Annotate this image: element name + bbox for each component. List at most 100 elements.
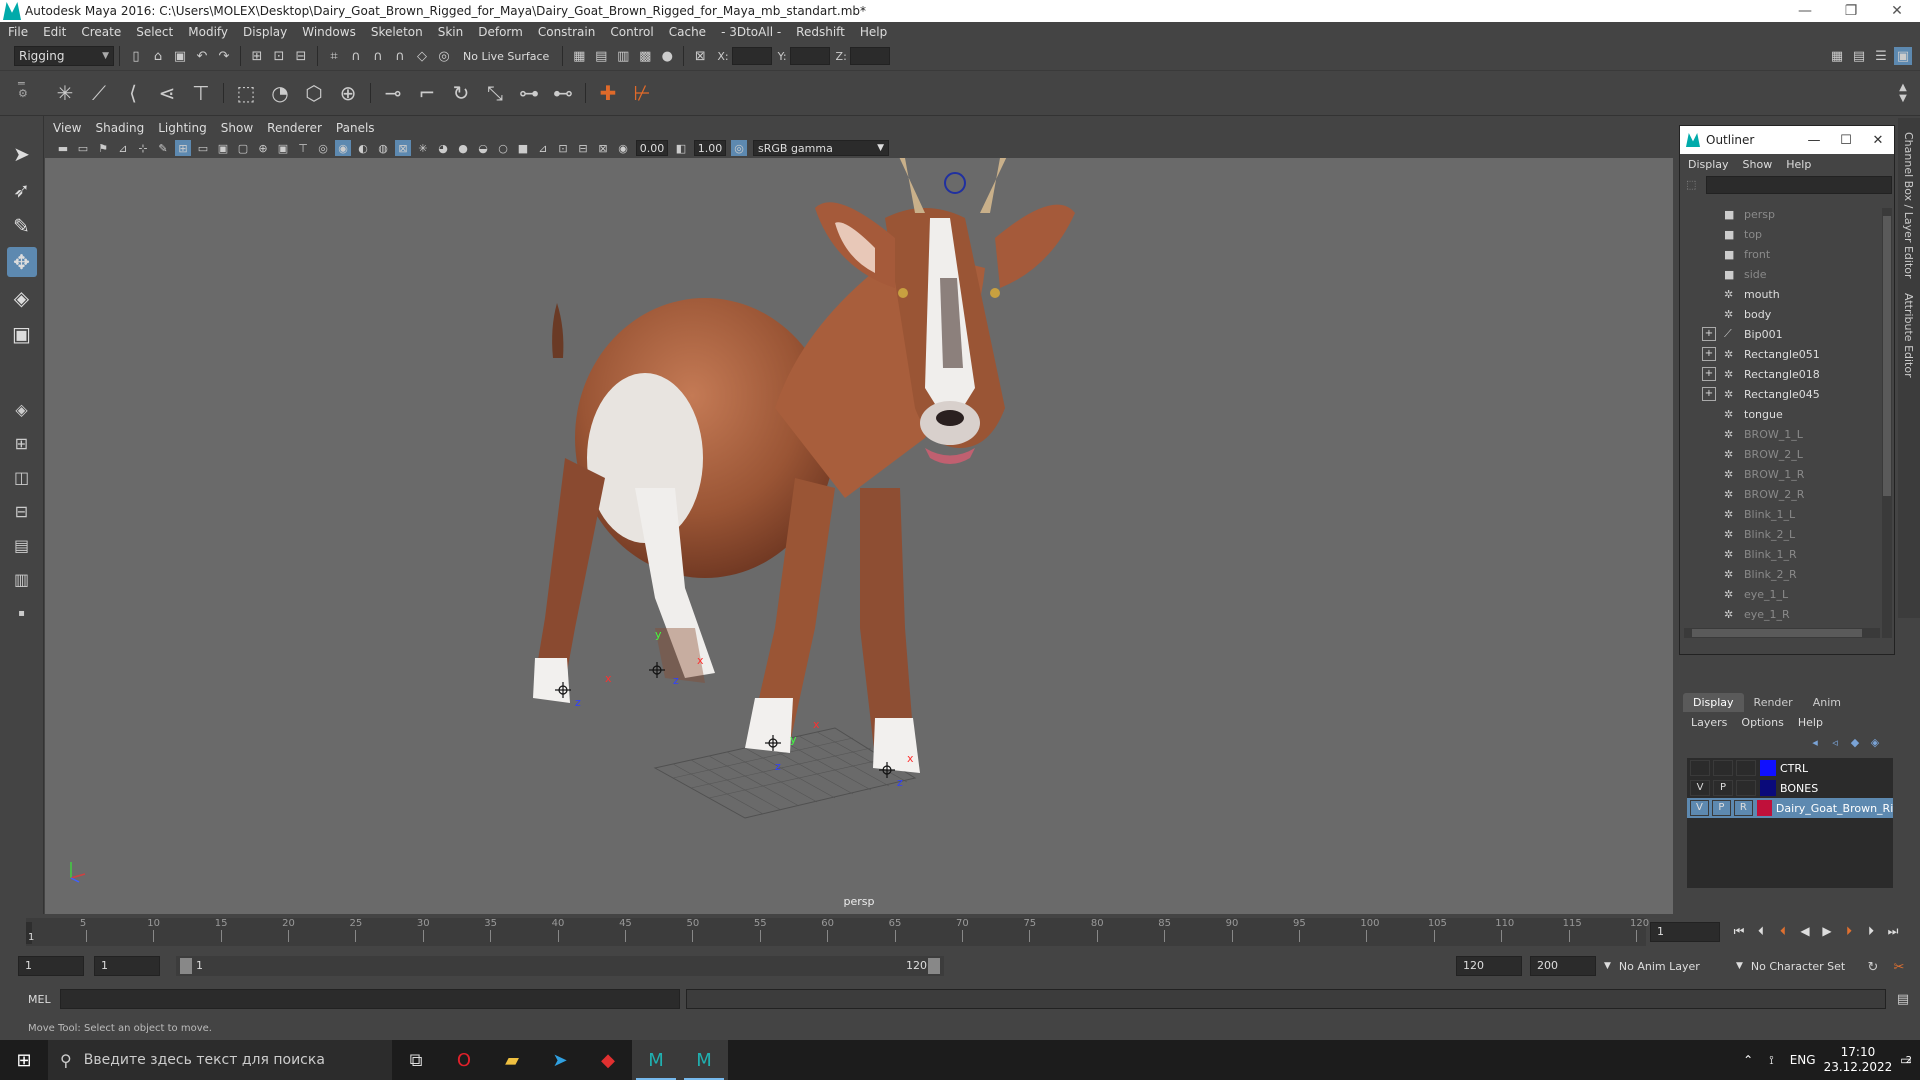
panel-menu-shading[interactable]: Shading	[95, 121, 144, 135]
hud-icon[interactable]: ⊠	[595, 140, 611, 156]
uv-layout-icon[interactable]: ▥	[8, 566, 36, 592]
layer-color-swatch[interactable]	[1760, 780, 1776, 796]
close-button[interactable]: ✕	[1874, 0, 1920, 22]
maya-app-icon[interactable]: M	[632, 1040, 680, 1080]
step-forward-key-icon[interactable]: ⏵	[1838, 924, 1860, 939]
gamma-field[interactable]: 1.00	[694, 140, 726, 156]
visibility-toggle[interactable]	[1690, 760, 1710, 776]
outliner-maximize-button[interactable]: ☐	[1830, 133, 1862, 148]
paint-weights-icon[interactable]: ◔	[265, 78, 295, 108]
tool-settings-icon[interactable]: ☰	[1872, 47, 1890, 65]
opera-browser-icon[interactable]: O	[440, 1040, 488, 1080]
new-layer-icon[interactable]: ◆	[1847, 734, 1863, 750]
step-back-icon[interactable]: ⏴	[1750, 924, 1772, 939]
cluster-icon[interactable]: ⊕	[333, 78, 363, 108]
image-plane-icon[interactable]: ⊿	[115, 140, 131, 156]
panel-menu-view[interactable]: View	[53, 121, 81, 135]
bind-skin-icon[interactable]: ⬚	[231, 78, 261, 108]
outliner-minimize-button[interactable]: —	[1798, 133, 1830, 148]
menu-windows[interactable]: Windows	[302, 25, 356, 39]
smooth-shade-icon[interactable]: ◉	[335, 140, 351, 156]
outliner-vertical-scrollbar[interactable]	[1882, 208, 1892, 638]
isolate-select-icon[interactable]: ⊿	[535, 140, 551, 156]
outliner-item[interactable]: ■ side	[1680, 264, 1880, 284]
time-slider[interactable]: 1 5 10 15 20 25 30 35 40 45 50 55 60 65 70 75 80 85 90 95 1…	[0, 914, 1920, 950]
sidebar-toggle-icon[interactable]: ▦	[1828, 47, 1846, 65]
panel-menu-panels[interactable]: Panels	[336, 121, 375, 135]
step-back-key-icon[interactable]: ⏴	[1772, 924, 1794, 939]
menu-deform[interactable]: Deform	[478, 25, 523, 39]
go-to-end-icon[interactable]: ⏭	[1882, 924, 1904, 939]
taskbar-search-box[interactable]: ⚲ Введите здесь текст для поиска	[48, 1040, 392, 1080]
outliner-item[interactable]: ✲ mouth	[1680, 284, 1880, 304]
more-layouts-icon[interactable]: ▪	[8, 600, 36, 626]
playback-toggle[interactable]: P	[1711, 800, 1731, 816]
outliner-item[interactable]: ✲ Blink_2_R	[1680, 564, 1880, 584]
play-backward-icon[interactable]: ◀	[1794, 924, 1816, 939]
shelf-scroll-icon[interactable]: ▲ ▼	[1888, 78, 1918, 108]
ambient-occlusion-icon[interactable]: ◒	[475, 140, 491, 156]
outliner-item[interactable]: ✲ eye_1_R	[1680, 604, 1880, 624]
preferences-icon[interactable]: ✂	[1890, 958, 1908, 976]
x-field[interactable]	[731, 47, 772, 65]
scale-constraint-icon[interactable]: ⤡	[480, 78, 510, 108]
grease-pencil-icon[interactable]: ✎	[155, 140, 171, 156]
expand-icon[interactable]: +	[1702, 327, 1716, 341]
outliner-item[interactable]: ✲ BROW_2_R	[1680, 484, 1880, 504]
side-tab-0[interactable]: Channel Box / Layer Editor	[1902, 132, 1915, 279]
gamma-icon[interactable]: ◧	[673, 140, 689, 156]
select-tool-icon[interactable]: ➤	[7, 139, 37, 169]
cluster-handle-icon[interactable]: ⊬	[627, 78, 657, 108]
range-slider[interactable]: 1 120	[176, 956, 944, 976]
menu-edit[interactable]: Edit	[43, 25, 66, 39]
locator-icon[interactable]: ✚	[593, 78, 623, 108]
outliner-item[interactable]: ✲ Blink_2_L	[1680, 524, 1880, 544]
outliner-horizontal-scrollbar[interactable]	[1684, 628, 1880, 638]
menu-redshift[interactable]: Redshift	[796, 25, 845, 39]
select-hierarchy-icon[interactable]: ⊞	[248, 47, 266, 65]
outliner-item[interactable]: + ✲ Rectangle018	[1680, 364, 1880, 384]
outliner-item[interactable]: ✲ BROW_2_L	[1680, 444, 1880, 464]
outliner-item[interactable]: ✲ Blink_1_R	[1680, 544, 1880, 564]
layer-row[interactable]: CTRL	[1687, 758, 1893, 778]
range-end-handle[interactable]	[928, 958, 940, 974]
color-management-icon[interactable]: ◎	[731, 140, 747, 156]
script-editor-icon[interactable]: ▤	[1894, 990, 1912, 1008]
anydesk-icon[interactable]: ◆	[584, 1040, 632, 1080]
wireframe-on-shaded-icon[interactable]: ◐	[355, 140, 371, 156]
frame-selected-icon[interactable]: ⊟	[575, 140, 591, 156]
exposure-icon[interactable]: ◉	[615, 140, 631, 156]
network-icon[interactable]: ⟟	[1769, 1053, 1773, 1068]
outliner-close-button[interactable]: ✕	[1862, 133, 1894, 148]
snap-view-icon[interactable]: ∩	[391, 47, 409, 65]
render-settings-icon[interactable]: ▩	[636, 47, 654, 65]
step-forward-icon[interactable]: ⏵	[1860, 924, 1882, 939]
side-tab-1[interactable]: Attribute Editor	[1902, 293, 1915, 378]
maya-app-2-icon[interactable]: M	[680, 1040, 728, 1080]
layer-color-swatch[interactable]	[1756, 800, 1772, 816]
outliner-item[interactable]: ✲ BROW_1_R	[1680, 464, 1880, 484]
outliner-item[interactable]: ✲ body	[1680, 304, 1880, 324]
z-field[interactable]	[849, 47, 890, 65]
menu-skeleton[interactable]: Skeleton	[371, 25, 423, 39]
chevron-up-icon[interactable]: ⌃	[1743, 1053, 1753, 1067]
wireframe-icon[interactable]: ◎	[315, 140, 331, 156]
outliner-item[interactable]: ✲ Blink_1_L	[1680, 504, 1880, 524]
outliner-item[interactable]: + ⟋ Bip001	[1680, 324, 1880, 344]
ik-handle-icon[interactable]: ⟋	[84, 78, 114, 108]
anim-layer-dropdown[interactable]: ▼ No Anim Layer	[1604, 956, 1738, 976]
reference-toggle[interactable]: R	[1733, 800, 1753, 816]
use-lights-icon[interactable]: ◕	[435, 140, 451, 156]
lasso-tool-icon[interactable]: ➶	[7, 175, 37, 205]
outliner-menu-help[interactable]: Help	[1786, 158, 1811, 171]
range-start-handle[interactable]	[180, 958, 192, 974]
menu-display[interactable]: Display	[243, 25, 287, 39]
head-control-icon[interactable]	[944, 172, 966, 194]
visibility-toggle[interactable]: V	[1690, 800, 1709, 816]
language-indicator[interactable]: ENG	[1790, 1053, 1816, 1067]
outliner-item[interactable]: ✲ BROW_1_L	[1680, 424, 1880, 444]
visibility-toggle[interactable]: V	[1690, 780, 1710, 796]
reference-toggle[interactable]	[1736, 760, 1756, 776]
layer-tab-anim[interactable]: Anim	[1803, 693, 1851, 712]
scroll-thumb[interactable]	[1883, 216, 1891, 496]
